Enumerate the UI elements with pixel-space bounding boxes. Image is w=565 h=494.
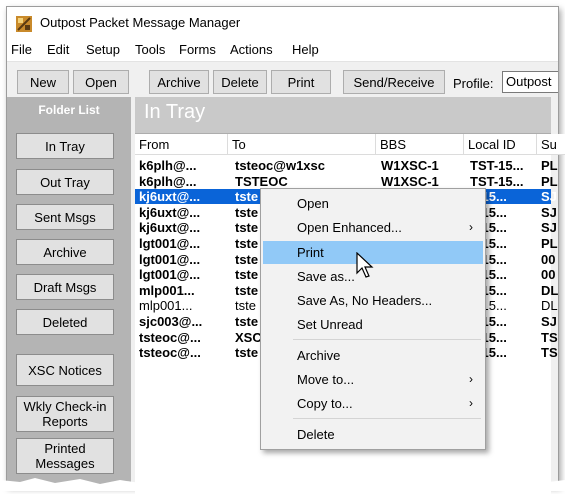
chevron-right-icon: › — [469, 396, 473, 410]
context-menu-item-archive[interactable]: Archive — [263, 344, 483, 367]
folder-heading: In Tray — [144, 101, 206, 123]
column-header-to[interactable]: To — [228, 134, 376, 155]
folder-list-title: Folder List — [38, 103, 100, 117]
profile-select[interactable]: Outpost — [502, 71, 558, 93]
folder-wkly-check-in-reports[interactable]: Wkly Check-in Reports — [16, 396, 114, 432]
cell-subject: PL — [541, 173, 558, 189]
folder-in-tray[interactable]: In Tray — [16, 133, 114, 159]
cell-bbs: W1XSC-1 — [381, 158, 439, 173]
cell-from: kj6uxt@... — [139, 189, 201, 205]
cell-from: lgt001@... — [139, 267, 201, 283]
cell-from: sjc003@... — [139, 314, 203, 329]
folder-deleted[interactable]: Deleted — [16, 309, 114, 335]
cell-from: kj6uxt@... — [139, 220, 201, 236]
menu-file[interactable]: File — [11, 42, 32, 57]
context-menu-item-label: Save As, No Headers... — [297, 293, 433, 308]
cell-subject: SJ — [541, 314, 557, 329]
context-menu-item-delete[interactable]: Delete — [263, 423, 483, 446]
menu-tools[interactable]: Tools — [135, 42, 165, 57]
column-header-from[interactable]: From — [135, 134, 228, 155]
cell-from: k6plh@... — [139, 158, 197, 173]
folder-archive[interactable]: Archive — [16, 239, 114, 265]
app-icon — [16, 16, 32, 32]
cell-from: lgt001@... — [139, 236, 201, 251]
context-menu-item-label: Open — [297, 196, 329, 211]
cell-to: TSTEOC — [235, 173, 288, 189]
context-menu-item-label: Copy to... — [297, 396, 353, 411]
menu-setup[interactable]: Setup — [86, 42, 120, 57]
cell-subject: SJ — [541, 189, 557, 205]
context-menu: Open Open Enhanced... › Print Save as... Save… — [260, 188, 486, 450]
cell-to: tsteoc@w1xsc — [235, 158, 325, 173]
menu-edit[interactable]: Edit — [47, 42, 69, 57]
table-row[interactable]: k6plh@... TSTEOC W1XSC-1 TST-15... PL — [135, 173, 558, 189]
window-title: Outpost Packet Message Manager — [40, 15, 241, 30]
context-menu-item-copy-to[interactable]: Copy to... › — [263, 392, 483, 415]
cell-subject: TS — [541, 329, 558, 345]
menu-actions[interactable]: Actions — [230, 42, 273, 57]
context-menu-item-label: Open Enhanced... — [297, 220, 402, 235]
profile-label: Profile: — [453, 76, 494, 91]
context-menu-item-label: Archive — [297, 348, 341, 363]
menu-help[interactable]: Help — [292, 42, 319, 57]
print-button[interactable]: Print — [271, 70, 331, 94]
menu-bar: File Edit Setup Tools Forms Actions Help — [7, 39, 558, 62]
cell-from: mlp001... — [139, 282, 195, 298]
cell-local-id: TST-15... — [470, 158, 524, 173]
cell-subject: 00 — [541, 267, 556, 283]
chevron-right-icon: › — [469, 372, 473, 386]
cell-subject: TS — [541, 345, 558, 361]
context-menu-item-label: Move to... — [297, 372, 355, 387]
folder-xsc-notices[interactable]: XSC Notices — [16, 354, 114, 386]
title-bar: Outpost Packet Message Manager — [7, 7, 558, 39]
context-menu-item-move-to[interactable]: Move to... › — [263, 368, 483, 391]
context-menu-item-label: Save as... — [297, 269, 355, 284]
new-button[interactable]: New — [17, 70, 69, 94]
mouse-pointer-icon — [356, 252, 374, 278]
chevron-right-icon: › — [469, 220, 473, 234]
cell-subject: SJ — [541, 204, 557, 220]
send-receive-button[interactable]: Send/Receive — [343, 70, 445, 94]
column-header-subject[interactable]: Su — [537, 134, 565, 155]
archive-button[interactable]: Archive — [149, 70, 209, 94]
folder-out-tray[interactable]: Out Tray — [16, 169, 114, 195]
context-menu-item-save-as-no-headers[interactable]: Save As, No Headers... — [263, 289, 483, 312]
context-menu-item-set-unread[interactable]: Set Unread — [263, 313, 483, 336]
folder-list-panel: Folder List In Tray Out Tray Sent Msgs A… — [7, 97, 131, 487]
column-header-bbs[interactable]: BBS — [376, 134, 464, 155]
cell-subject: PL — [541, 236, 558, 251]
context-menu-item-label: Print — [297, 245, 324, 260]
cell-local-id: TST-15... — [470, 173, 524, 189]
toolbar: New Open Archive Delete Print Send/Recei… — [7, 63, 558, 97]
context-menu-separator — [293, 418, 481, 419]
context-menu-item-label: Set Unread — [297, 317, 363, 332]
table-row[interactable]: k6plh@... tsteoc@w1xsc W1XSC-1 TST-15... PL — [135, 158, 558, 173]
torn-edge — [0, 478, 565, 491]
folder-draft-msgs[interactable]: Draft Msgs — [16, 274, 114, 300]
cell-from: lgt001@... — [139, 251, 201, 267]
cell-from: k6plh@... — [139, 173, 197, 189]
cell-subject: DL — [541, 298, 558, 314]
context-menu-item-open-enhanced[interactable]: Open Enhanced... › — [263, 216, 483, 239]
column-header-local-id[interactable]: Local ID — [464, 134, 537, 155]
cell-subject: PL — [541, 158, 558, 173]
context-menu-separator — [293, 339, 481, 340]
cell-from: tsteoc@... — [139, 345, 201, 361]
cell-bbs: W1XSC-1 — [381, 173, 439, 189]
cell-from: kj6uxt@... — [139, 204, 201, 220]
cell-from: tsteoc@... — [139, 329, 201, 345]
folder-printed-messages[interactable]: Printed Messages — [16, 438, 114, 474]
cell-subject: DL — [541, 282, 559, 298]
delete-button[interactable]: Delete — [213, 70, 267, 94]
cell-subject: 00 — [541, 251, 556, 267]
open-button[interactable]: Open — [73, 70, 129, 94]
context-menu-item-open[interactable]: Open — [263, 192, 483, 215]
menu-forms[interactable]: Forms — [179, 42, 216, 57]
context-menu-item-label: Delete — [297, 427, 335, 442]
cell-subject: SJ — [541, 220, 557, 236]
folder-sent-msgs[interactable]: Sent Msgs — [16, 204, 114, 230]
cell-from: mlp001... — [139, 298, 193, 314]
